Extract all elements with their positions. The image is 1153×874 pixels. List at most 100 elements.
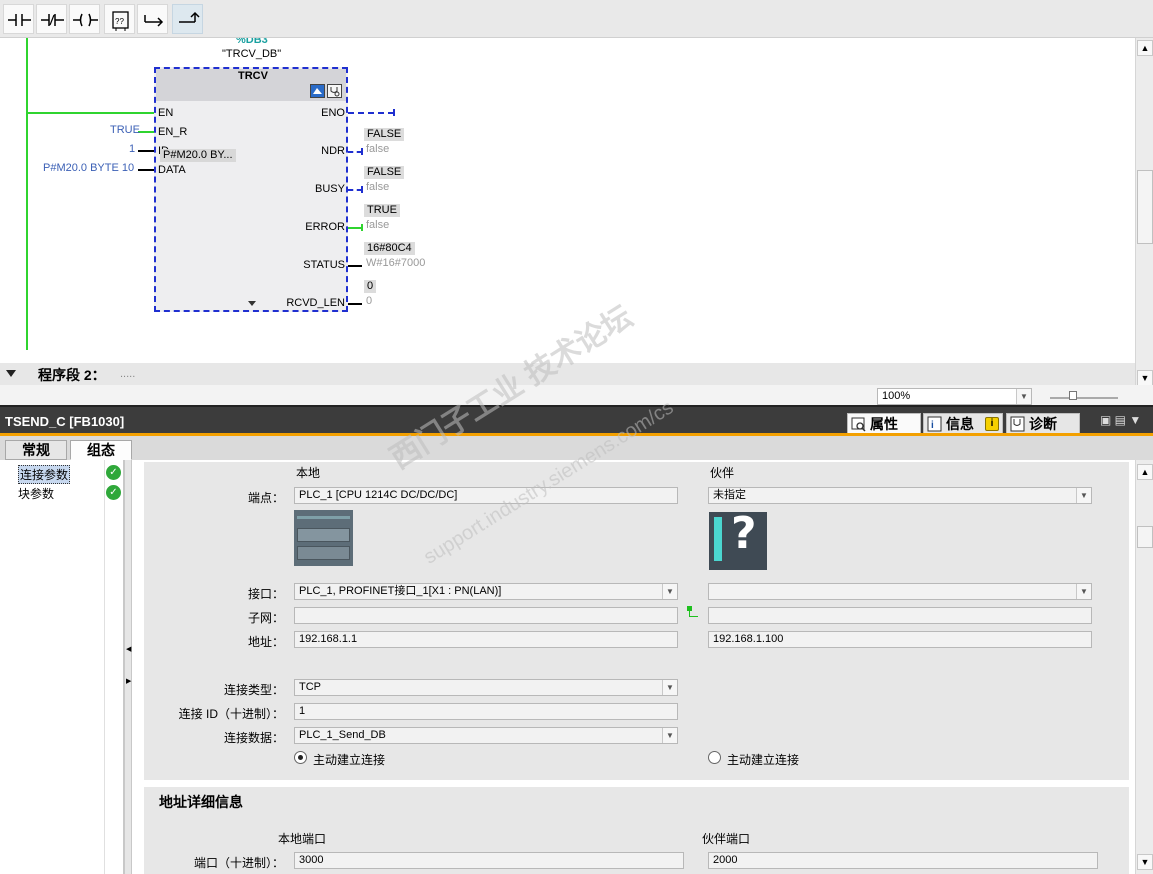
busy-sub: false: [366, 181, 390, 193]
tab-configuration[interactable]: 组态: [70, 440, 132, 460]
tab-info[interactable]: i 信息 i: [923, 413, 1003, 435]
tab-diagnostics-label: 诊断: [1029, 416, 1057, 432]
empty-box-icon: ??: [112, 11, 129, 31]
local-endpoint-field[interactable]: PLC_1 [CPU 1214C DC/DC/DC]: [294, 487, 678, 504]
info-warning-icon: i: [985, 417, 999, 431]
port-label: 端口（十进制）：: [193, 856, 284, 870]
local-port-header: 本地端口: [278, 832, 327, 846]
svg-text:??: ??: [115, 17, 124, 26]
chevron-down-icon: ▼: [662, 728, 677, 743]
block-config-icon[interactable]: [310, 84, 325, 98]
ladder-toolbar: ??: [0, 0, 1153, 38]
address-label: 地址：: [247, 635, 284, 649]
ndr-wire: [348, 151, 362, 153]
partner-port-field[interactable]: 2000: [708, 852, 1098, 869]
address-details-title: 地址详细信息: [159, 794, 243, 810]
empty-box-button[interactable]: ??: [104, 4, 135, 34]
error-sub: false: [366, 219, 390, 231]
power-rail: [26, 38, 28, 350]
conn-type-select[interactable]: TCP ▼: [294, 679, 678, 696]
scroll-up-icon[interactable]: ▲: [1137, 40, 1153, 56]
local-address-field[interactable]: 192.168.1.1: [294, 631, 678, 648]
db-number: %DB3: [236, 38, 268, 46]
zoom-slider[interactable]: [1050, 397, 1118, 399]
trcv-block[interactable]: TRCV EN EN_R ID DATA P#M20.0 BY... ENO N…: [154, 67, 348, 312]
network-2-header[interactable]: 程序段 2： .....: [0, 363, 1135, 385]
ok-check-icon: ✓: [106, 465, 121, 480]
nav-item-block-params[interactable]: 块参数: [18, 485, 54, 502]
ndr-value: FALSE: [364, 128, 405, 141]
window-controls-icon[interactable]: ▣ ▤ ▼: [1100, 413, 1141, 427]
subnet-label: 子网：: [247, 611, 284, 625]
db-name[interactable]: "TRCV_DB": [222, 48, 281, 60]
en-r-wire: [138, 131, 154, 133]
local-header: 本地: [296, 466, 321, 480]
tab-properties[interactable]: 属性: [847, 413, 921, 435]
partner-subnet-field[interactable]: [708, 607, 1092, 624]
inspector-vertical-scrollbar[interactable]: ▲ ▼: [1135, 460, 1153, 874]
tab-info-label: 信息: [946, 416, 974, 432]
open-branch-icon: [144, 15, 164, 27]
expand-block-icon[interactable]: [248, 301, 256, 306]
close-branch-button[interactable]: [172, 4, 203, 34]
zoom-slider-handle[interactable]: [1069, 391, 1077, 400]
partner-interface-select[interactable]: ▼: [708, 583, 1092, 600]
ok-check-icon: ✓: [106, 485, 121, 500]
partner-endpoint-select[interactable]: 未指定 ▼: [708, 487, 1092, 504]
network-2-comment[interactable]: .....: [120, 368, 135, 380]
pin-rcvd-len: RCVD_LEN: [286, 297, 345, 309]
id-wire: [138, 150, 154, 152]
local-subnet-field[interactable]: [294, 607, 678, 624]
busy-value: FALSE: [364, 166, 405, 179]
collapse-network-icon[interactable]: [6, 370, 16, 377]
conn-type-value: TCP: [299, 681, 321, 693]
zoom-select[interactable]: 100% ▼: [877, 388, 1032, 405]
pane-splitter[interactable]: ◀ ▶: [124, 460, 132, 874]
partner-active-radio[interactable]: [708, 751, 721, 764]
scroll-thumb[interactable]: [1137, 170, 1153, 244]
nav-item-connection-params[interactable]: 连接参数: [18, 465, 71, 484]
scroll-up-icon[interactable]: ▲: [1137, 464, 1153, 480]
normally-closed-contact-button[interactable]: [36, 4, 67, 34]
chevron-down-icon: ▼: [662, 680, 677, 695]
local-active-radio[interactable]: [294, 751, 307, 764]
pin-data: DATA: [158, 164, 186, 176]
local-port-field[interactable]: 3000: [294, 852, 684, 869]
endpoint-label: 端点：: [247, 491, 284, 505]
unknown-device-icon: ?: [709, 508, 767, 570]
plc-device-icon: [294, 510, 353, 566]
tab-general[interactable]: 常规: [5, 440, 67, 460]
collapse-left-icon[interactable]: ◀: [126, 645, 131, 653]
status-sub: W#16#7000: [366, 257, 426, 269]
editor-vertical-scrollbar[interactable]: ▲ ▼: [1135, 38, 1153, 388]
rcvd-len-value: 0: [364, 280, 377, 293]
en-r-value[interactable]: TRUE: [110, 124, 140, 136]
local-interface-select[interactable]: PLC_1, PROFINET接口_1[X1 : PN(LAN)] ▼: [294, 583, 678, 600]
pin-busy: BUSY: [315, 183, 345, 195]
error-wire: [348, 227, 362, 229]
inspector-title: TSEND_C [FB1030]: [5, 414, 125, 429]
pin-eno: ENO: [321, 107, 345, 119]
output-coil-button[interactable]: [69, 4, 100, 34]
normally-closed-contact-icon: [41, 14, 64, 26]
error-value: TRUE: [364, 204, 400, 217]
tab-diagnostics[interactable]: 诊断: [1006, 413, 1080, 435]
scroll-down-icon[interactable]: ▼: [1137, 370, 1153, 386]
conn-id-field[interactable]: 1: [294, 703, 678, 720]
pin-ndr: NDR: [321, 145, 345, 157]
expand-right-icon[interactable]: ▶: [126, 677, 131, 685]
partner-address-field[interactable]: 192.168.1.100: [708, 631, 1092, 648]
diagnostics-stethoscope-icon[interactable]: [327, 84, 342, 98]
id-value[interactable]: 1: [129, 143, 135, 155]
scroll-thumb[interactable]: [1137, 526, 1153, 548]
busy-wire: [348, 189, 362, 191]
inspector-tabs: 常规 组态: [0, 436, 1153, 460]
ladder-editor[interactable]: %DB3 "TRCV_DB" TRCV EN EN_R ID DATA P#M2…: [0, 38, 1153, 388]
status-value: 16#80C4: [364, 242, 415, 255]
ndr-sub: false: [366, 143, 390, 155]
normally-open-contact-button[interactable]: [3, 4, 34, 34]
conn-data-select[interactable]: PLC_1_Send_DB ▼: [294, 727, 678, 744]
data-value[interactable]: P#M20.0 BYTE 10: [43, 162, 134, 174]
scroll-down-icon[interactable]: ▼: [1137, 854, 1153, 870]
open-branch-button[interactable]: [137, 4, 168, 34]
